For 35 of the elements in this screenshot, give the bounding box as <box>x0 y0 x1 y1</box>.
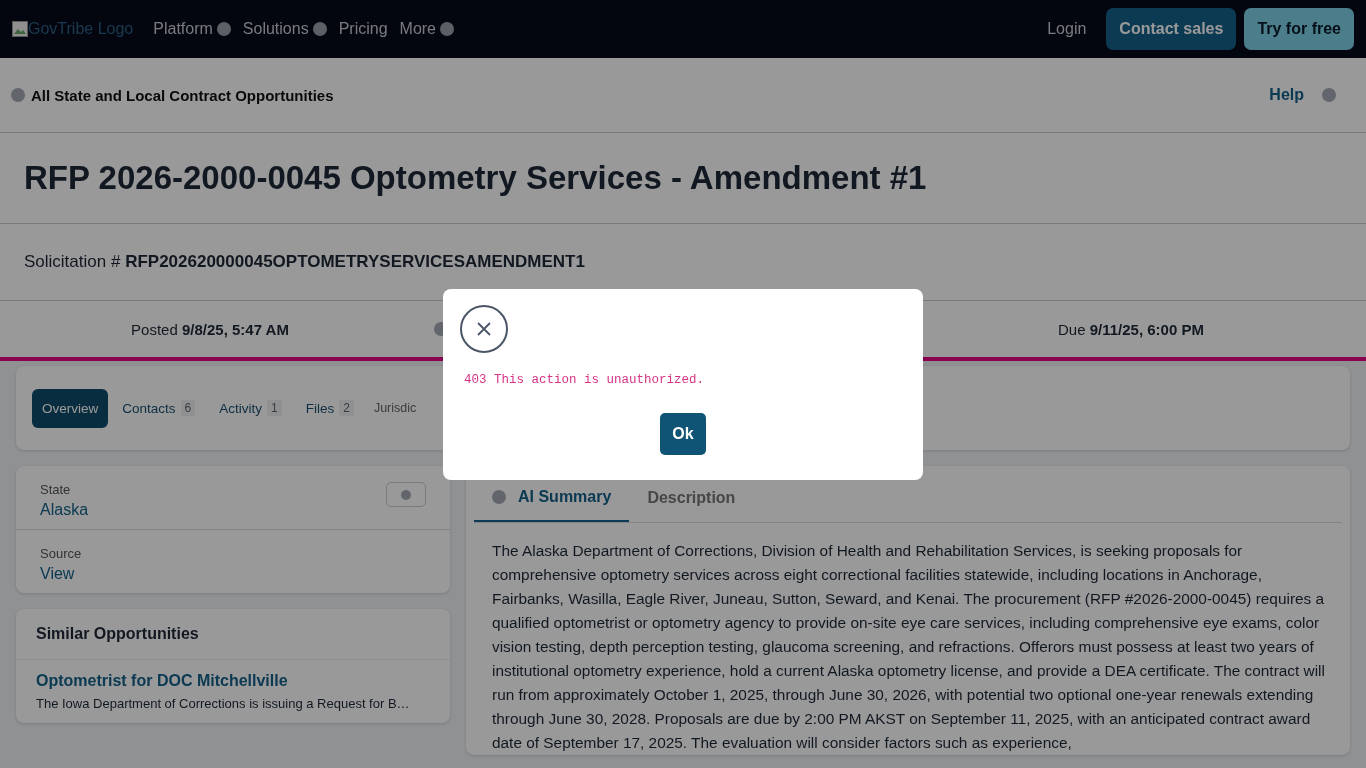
count-badge: 1 <box>267 400 282 416</box>
card-title: Similar Opportunities <box>16 609 450 660</box>
nav-link[interactable]: More <box>399 20 436 38</box>
error-x-icon <box>460 305 508 353</box>
page-title: RFP 2026-2000-0045 Optometry Services - Amendment #1 <box>0 133 1366 224</box>
try-free-button[interactable]: Try for free <box>1244 8 1354 50</box>
nav-link[interactable]: Solutions <box>242 20 309 38</box>
date-text: Due 9/11/25, 6:00 PM <box>1058 320 1204 338</box>
count-badge: 6 <box>180 400 196 416</box>
opportunity-link[interactable]: Optometrist for DOC Mitchellville <box>36 672 288 689</box>
login-link[interactable]: Login <box>1047 20 1087 38</box>
tab[interactable]: Activity 1 <box>209 388 292 428</box>
count-badge: 2 <box>339 400 354 416</box>
field-label: Source <box>40 546 82 561</box>
breadcrumb-link[interactable]: All State and Local Contract Opportunities <box>31 86 334 104</box>
nav-link[interactable]: Pricing <box>338 20 388 38</box>
nav-link[interactable]: Platform <box>153 20 213 38</box>
tab[interactable]: Contacts 6 <box>112 388 206 428</box>
contact-sales-button[interactable]: Contact sales <box>1106 8 1237 50</box>
field-link[interactable]: Alaska <box>40 501 89 518</box>
ok-button[interactable]: Ok <box>660 413 706 455</box>
field-link[interactable]: View <box>40 565 75 582</box>
circle-icon <box>401 489 411 500</box>
tab[interactable]: Overview <box>32 388 109 428</box>
field-label: State <box>40 482 72 497</box>
help-link[interactable]: Help <box>1269 86 1304 104</box>
date-text: Posted 9/8/25, 5:47 AM <box>131 320 289 338</box>
broken-image-icon <box>12 21 28 37</box>
error-message: 403 This action is unauthorized. <box>464 373 706 387</box>
summary-text: The Alaska Department of Corrections, Division of Health and Rehabilitation Services, is seeking proposals for comprehensive optometry services across eight correctional facilities statewide, including locations in Anchorage, Fairbanks, Wasilla, Eagle River, Juneau, Sutton, Seward, and Kenai. The procurement (RFP #2026-2000-0045) requires a qualified optometrist or optometry agency to provide on-site eye care services, including comprehensive eye exams, color vision testing, depth perception testing, glaucoma screening, and refractions. Offerors must possess at least two years of institutional optometry experience, hold a current Alaska optometry license, and provide a DEA certificate. The contract will run from approximately October 1, 2025, through June 30, 2026, with potential two optional one-year renewals extending through June 30, 2028. Proposals are due by 2:00 PM AKST on September 11, 2025, with an anticipated contract award date of September 17, 2025. The evaluation will consider factors such as experience, <box>492 541 1326 753</box>
tab[interactable]: Files 2 <box>295 388 364 428</box>
tab[interactable]: Jurisdic <box>367 389 417 427</box>
opportunity-description: The Iowa Department of Corrections is issuing a Request for B… <box>36 696 411 711</box>
solicitation-number: Solicitation # RFP202620000045OPTOMETRYSERVICESAMENDMENT1 <box>24 252 585 272</box>
icon-button[interactable] <box>386 482 426 507</box>
